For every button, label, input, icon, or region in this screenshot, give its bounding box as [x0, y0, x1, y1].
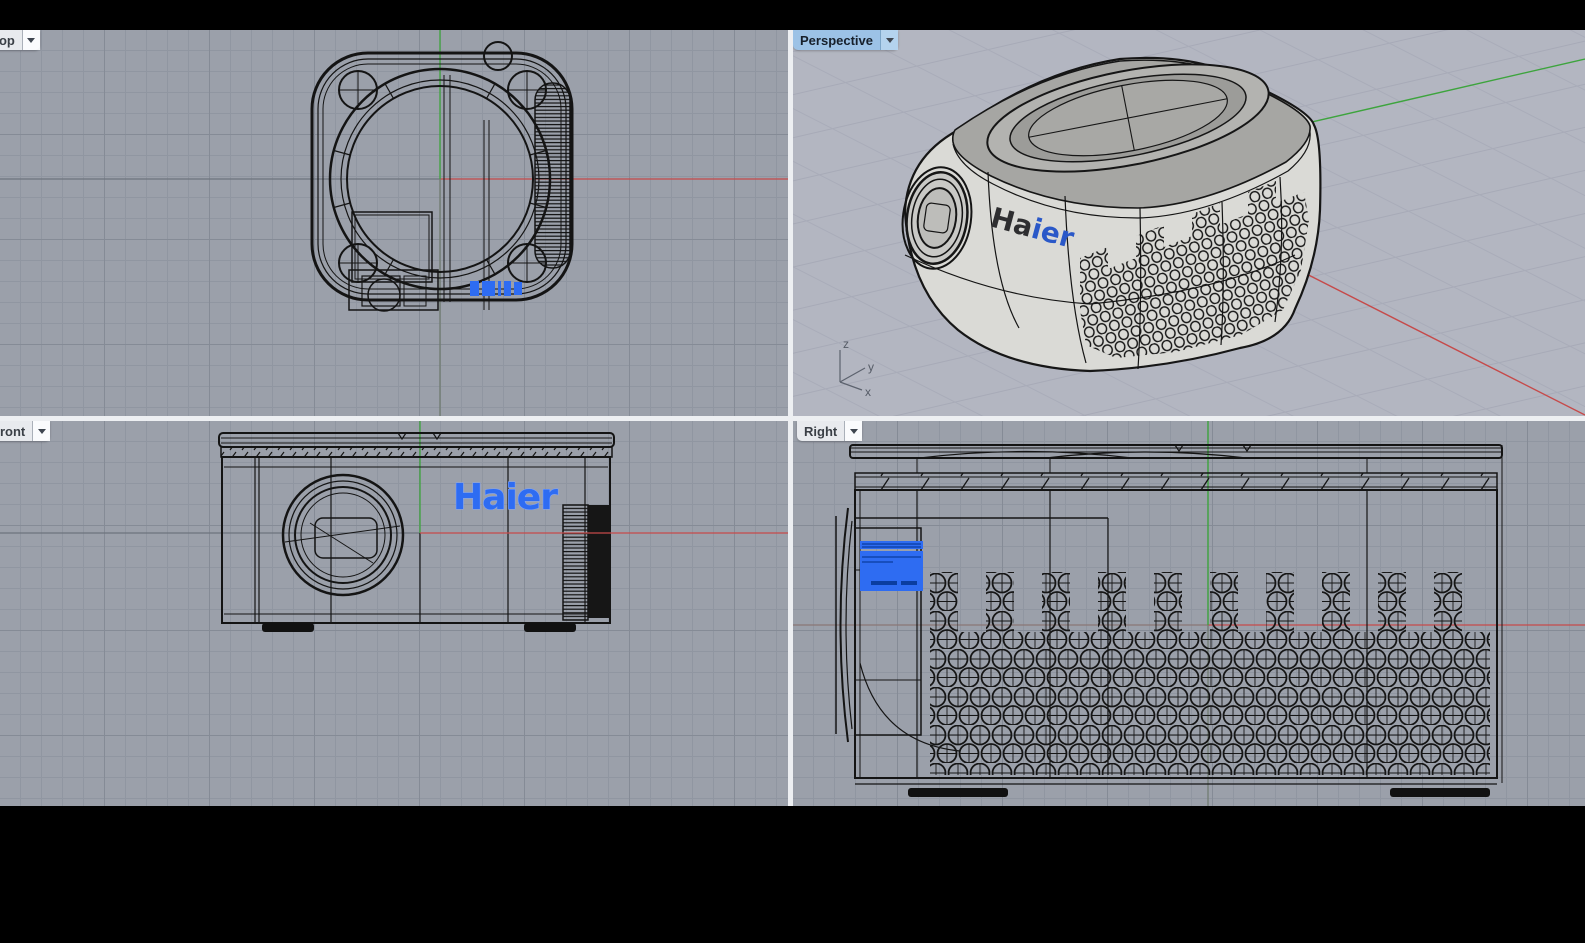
viewport-tab-right[interactable]: Right [797, 421, 862, 441]
foot-left [908, 788, 1008, 797]
speaker-grille-right [930, 572, 1490, 775]
application-window: Top [0, 0, 1585, 943]
bottom-black-bar [0, 806, 1585, 943]
front-view-canvas[interactable]: Haier [0, 421, 788, 806]
right-view-canvas[interactable] [793, 421, 1585, 806]
viewport-menu-button[interactable] [844, 421, 862, 441]
viewport-title-right: Right [797, 421, 844, 441]
selected-object-right-view[interactable] [860, 541, 923, 591]
foot-right [1390, 788, 1490, 797]
gnomon-y-label: y [868, 360, 874, 374]
gnomon-z-label: z [843, 337, 849, 351]
chevron-down-icon [38, 429, 46, 434]
viewport-top[interactable]: Top [0, 30, 788, 416]
foot-left [262, 623, 314, 632]
foot-right [524, 623, 576, 632]
viewport-menu-button[interactable] [880, 30, 898, 50]
viewport-tab-front[interactable]: Front [0, 421, 50, 441]
chevron-down-icon [27, 38, 35, 43]
viewport-right[interactable]: Right [793, 421, 1585, 806]
viewport-tab-top[interactable]: Top [0, 30, 40, 50]
gnomon-x-label: x [865, 385, 871, 399]
viewport-title-perspective: Perspective [793, 30, 880, 50]
viewport-title-top: Top [0, 30, 22, 50]
viewport-menu-button[interactable] [22, 30, 40, 50]
grid-major [0, 30, 788, 416]
viewport-workspace: Top [0, 30, 1585, 806]
top-view-canvas[interactable] [0, 30, 788, 416]
brand-logo-front-selected[interactable]: Haier [453, 477, 558, 518]
chevron-down-icon [886, 38, 894, 43]
viewport-front[interactable]: Haier Front [0, 421, 788, 806]
viewport-perspective[interactable]: Haier z y x Perspective [793, 30, 1585, 416]
perspective-view-canvas[interactable]: Haier z y x [793, 30, 1585, 416]
top-black-bar [0, 0, 1585, 30]
viewport-menu-button[interactable] [32, 421, 50, 441]
focus-wheel-dark [588, 505, 611, 618]
viewport-tab-perspective[interactable]: Perspective [793, 30, 898, 50]
viewport-title-front: Front [0, 421, 32, 441]
chevron-down-icon [850, 429, 858, 434]
